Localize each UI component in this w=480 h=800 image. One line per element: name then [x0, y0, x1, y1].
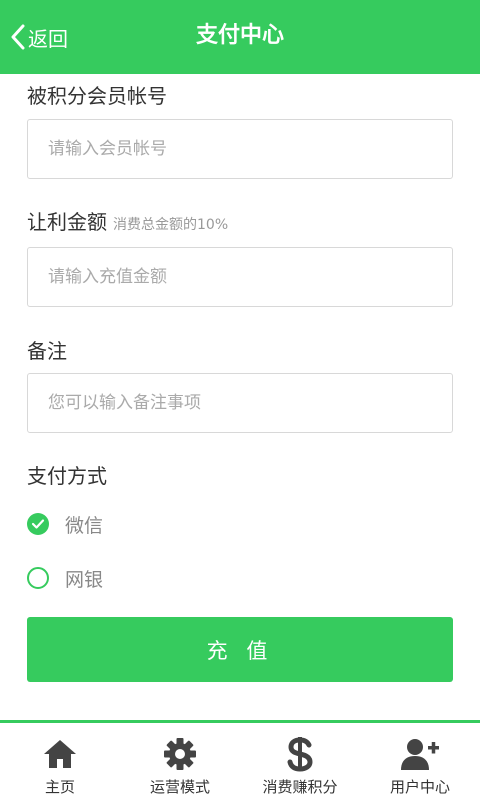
chevron-left-icon — [10, 24, 26, 50]
tab-operation-mode[interactable]: 运营模式 — [120, 723, 240, 800]
member-account-input[interactable] — [27, 119, 453, 179]
payment-option-label: 微信 — [65, 514, 104, 537]
page-title: 支付中心 — [195, 23, 284, 48]
amount-input[interactable] — [27, 247, 453, 307]
gear-icon — [163, 734, 197, 774]
note-label: 备注 — [27, 339, 67, 363]
tab-earn-points[interactable]: 消费赚积分 — [240, 723, 360, 800]
profit-label-row: 让利金额 消费总金额的10% — [27, 206, 228, 235]
payment-option-label: 网银 — [65, 568, 104, 591]
profit-label: 让利金额 — [27, 210, 107, 234]
back-button[interactable]: 返回 — [10, 20, 68, 54]
radio-checked-icon — [27, 513, 49, 535]
tab-label: 运营模式 — [149, 778, 210, 796]
dollar-icon — [285, 734, 315, 774]
home-icon — [43, 734, 77, 774]
tab-user-center[interactable]: 用户中心 — [360, 723, 480, 800]
bottom-tab-bar: 主页 运营模式 消费赚积分 用户中心 — [0, 720, 480, 800]
payment-method-label: 支付方式 — [27, 464, 107, 488]
note-input[interactable] — [27, 373, 453, 433]
payment-option-netbank[interactable]: 网银 — [27, 563, 103, 593]
radio-unchecked-icon — [27, 567, 49, 589]
tab-label: 主页 — [44, 778, 75, 796]
tab-home[interactable]: 主页 — [0, 723, 120, 800]
back-label: 返回 — [28, 26, 68, 51]
profit-hint: 消费总金额的10% — [113, 217, 229, 233]
add-user-icon — [400, 734, 440, 774]
header-bar: 返回 支付中心 — [0, 0, 480, 74]
tab-label: 消费赚积分 — [262, 778, 338, 796]
payment-option-wechat[interactable]: 微信 — [27, 509, 103, 539]
recharge-button[interactable]: 充 值 — [27, 617, 453, 682]
tab-label: 用户中心 — [389, 778, 450, 796]
account-label: 被积分会员帐号 — [27, 84, 167, 108]
